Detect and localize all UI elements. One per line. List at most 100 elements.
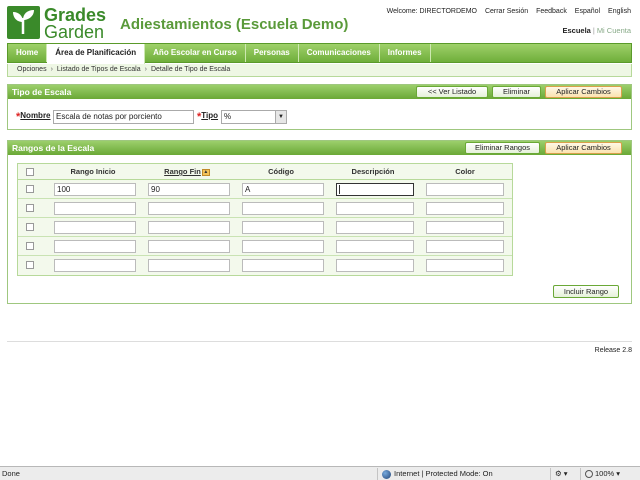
description-input[interactable]	[336, 183, 414, 196]
name-input[interactable]: Escala de notas por porciento	[53, 110, 194, 124]
code-input[interactable]	[242, 202, 324, 215]
description-input[interactable]	[336, 202, 414, 215]
scale-type-panel-header: Tipo de Escala << Ver Listado Eliminar A…	[8, 85, 631, 99]
breadcrumb-options[interactable]: Opciones	[17, 66, 47, 73]
release-version: Release 2.8	[594, 347, 632, 354]
table-row	[18, 237, 512, 256]
tab-current-school-year[interactable]: Año Escolar en Curso	[145, 44, 246, 62]
leaf-logo-icon	[7, 6, 40, 39]
range-start-input[interactable]	[54, 202, 136, 215]
color-input[interactable]	[426, 183, 504, 196]
select-all-checkbox[interactable]	[26, 168, 34, 176]
delete-ranges-button[interactable]: Eliminar Rangos	[465, 142, 540, 154]
sort-ascending-icon[interactable]: ▲	[201, 168, 210, 176]
col-range-start: Rango Inicio	[70, 167, 116, 176]
code-input[interactable]	[242, 259, 324, 272]
col-code: Código	[268, 167, 294, 176]
tab-people[interactable]: Personas	[246, 44, 299, 62]
col-description: Descripción	[351, 167, 395, 176]
globe-icon	[382, 469, 391, 479]
col-range-end[interactable]: Rango Fin	[164, 167, 201, 176]
range-end-input[interactable]	[148, 202, 230, 215]
status-text: Done	[2, 469, 20, 478]
browser-status-bar: Done Internet | Protected Mode: On ⚙ ▾ 1…	[0, 466, 640, 480]
row-checkbox[interactable]	[26, 204, 34, 212]
zoom-control[interactable]: 100% ▾	[585, 467, 620, 480]
row-checkbox[interactable]	[26, 223, 34, 231]
my-account-link[interactable]: Mi Cuenta	[597, 26, 631, 35]
text-cursor	[339, 185, 340, 195]
code-input[interactable]: A	[242, 183, 324, 196]
row-checkbox[interactable]	[26, 261, 34, 269]
range-start-input[interactable]	[54, 240, 136, 253]
tab-communications[interactable]: Comunicaciones	[299, 44, 380, 62]
feedback-link[interactable]: Feedback	[536, 8, 567, 15]
breadcrumb-scale-types[interactable]: Listado de Tipos de Escala	[57, 66, 141, 73]
status-divider	[377, 468, 378, 480]
color-input[interactable]	[426, 202, 504, 215]
welcome-text: Welcome: DIRECTORDEMO	[386, 8, 477, 15]
english-link[interactable]: English	[608, 8, 631, 15]
protected-mode-icon[interactable]: ⚙ ▾	[555, 467, 568, 480]
required-icon: *	[197, 111, 202, 123]
grades-garden-logo[interactable]: Grades Garden	[7, 6, 111, 42]
name-label: Nombre	[20, 111, 51, 120]
scale-type-panel: Tipo de Escala << Ver Listado Eliminar A…	[7, 84, 632, 130]
range-start-input[interactable]: 100	[54, 183, 136, 196]
school-link[interactable]: Escuela	[563, 26, 591, 35]
logo-text-garden: Garden	[44, 22, 105, 42]
panel-title: Tipo de Escala	[12, 87, 72, 97]
tab-home[interactable]: Home	[8, 44, 48, 62]
table-row	[18, 218, 512, 237]
type-select[interactable]: % ▼	[221, 110, 287, 124]
range-start-input[interactable]	[54, 221, 136, 234]
required-icon: *	[16, 111, 21, 123]
breadcrumb: Opciones › Listado de Tipos de Escala › Deta…	[7, 64, 632, 77]
view-list-button[interactable]: << Ver Listado	[416, 86, 488, 98]
range-end-input[interactable]	[148, 221, 230, 234]
apply-changes-button[interactable]: Aplicar Cambios	[545, 142, 622, 154]
table-row	[18, 199, 512, 218]
footer-divider	[7, 341, 632, 342]
top-links: Welcome: DIRECTORDEMO Cerrar Sesión Feed…	[381, 8, 631, 15]
scale-ranges-panel-header: Rangos de la Escala Eliminar Rangos Apli…	[8, 141, 631, 155]
delete-button[interactable]: Eliminar	[492, 86, 541, 98]
page-title: Adiestamientos (Escuela Demo)	[120, 16, 349, 33]
status-divider	[550, 468, 551, 480]
tab-reports[interactable]: Informes	[380, 44, 431, 62]
spanish-link[interactable]: Español	[575, 8, 600, 15]
chevron-down-icon[interactable]: ▼	[275, 111, 286, 123]
zoom-icon	[585, 470, 593, 479]
color-input[interactable]	[426, 259, 504, 272]
security-zone[interactable]: Internet | Protected Mode: On	[382, 467, 493, 480]
row-checkbox[interactable]	[26, 242, 34, 250]
logout-link[interactable]: Cerrar Sesión	[485, 8, 528, 15]
panel-title: Rangos de la Escala	[12, 143, 95, 153]
description-input[interactable]	[336, 240, 414, 253]
color-input[interactable]	[426, 221, 504, 234]
col-range-end-header[interactable]: Rango Fin ▲	[140, 164, 234, 179]
row-checkbox[interactable]	[26, 185, 34, 193]
description-input[interactable]	[336, 259, 414, 272]
breadcrumb-arrow-icon: ›	[144, 66, 147, 73]
type-field-group: *Tipo	[197, 109, 219, 123]
color-input[interactable]	[426, 240, 504, 253]
type-select-value: %	[224, 112, 232, 121]
add-range-button[interactable]: Incluir Rango	[553, 285, 619, 298]
range-end-input[interactable]: 90	[148, 183, 230, 196]
range-start-input[interactable]	[54, 259, 136, 272]
scale-ranges-panel: Rangos de la Escala Eliminar Rangos Apli…	[7, 140, 632, 304]
apply-changes-button[interactable]: Aplicar Cambios	[545, 86, 622, 98]
range-end-input[interactable]	[148, 259, 230, 272]
col-color: Color	[455, 167, 475, 176]
description-input[interactable]	[336, 221, 414, 234]
range-end-input[interactable]	[148, 240, 230, 253]
account-switch: Escuela | Mi Cuenta	[562, 26, 632, 35]
code-input[interactable]	[242, 240, 324, 253]
breadcrumb-arrow-icon: ›	[50, 66, 53, 73]
status-divider	[580, 468, 581, 480]
tab-planning-area[interactable]: Área de Planificación	[47, 44, 146, 64]
type-label: Tipo	[201, 111, 219, 120]
table-row: 100 90 A	[18, 180, 512, 199]
code-input[interactable]	[242, 221, 324, 234]
